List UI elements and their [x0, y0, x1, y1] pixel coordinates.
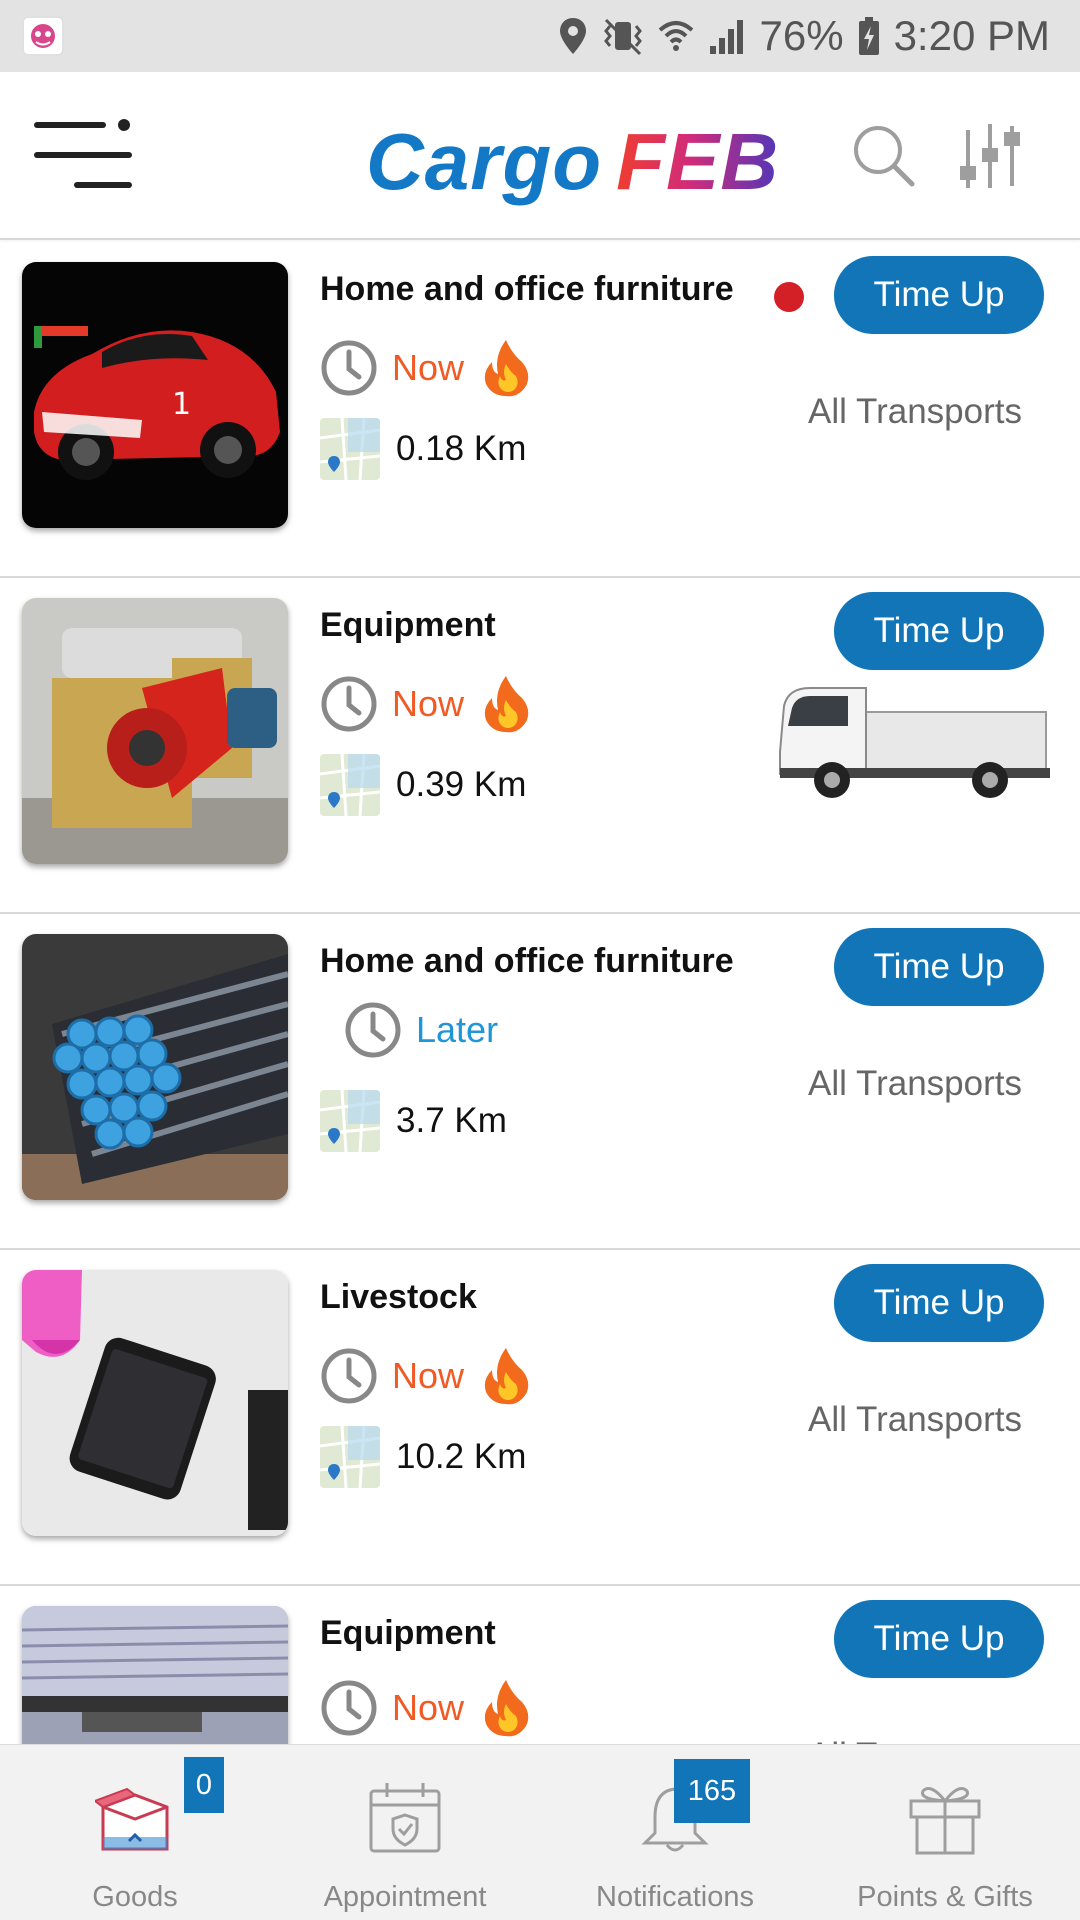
app-logo: Cargo FEB	[366, 116, 779, 206]
time-up-button[interactable]: Time Up	[834, 928, 1044, 1006]
list-item[interactable]: Home and office furniture Later 3.7 Km T…	[0, 914, 1080, 1250]
nav-label: Points & Gifts	[857, 1881, 1033, 1913]
nav-points-gifts[interactable]: Points & Gifts	[810, 1745, 1080, 1920]
notifications-badge: 165	[674, 1759, 750, 1823]
pickup-time: Now	[320, 338, 532, 398]
wifi-icon	[658, 21, 693, 51]
cargo-thumbnail: 1	[22, 262, 288, 528]
map-icon	[320, 1090, 380, 1152]
clock-icon	[321, 1348, 377, 1404]
time-label: Now	[392, 1687, 465, 1728]
distance: 0.18 Km	[320, 418, 526, 480]
clock-time: 3:20 PM	[893, 12, 1050, 59]
distance-value: 3.7 Km	[396, 1101, 507, 1140]
transport-type: All Transports	[808, 1400, 1022, 1439]
bottom-navigation: 0 Goods Appointment 165 Notifications Po…	[0, 1744, 1080, 1920]
cargo-thumbnail	[22, 1606, 288, 1744]
cargo-thumbnail	[22, 1270, 288, 1536]
cargo-thumbnail	[22, 598, 288, 864]
time-label: Now	[392, 683, 465, 724]
list-item[interactable]: Equipment Now 0.39 Km Time Up	[0, 578, 1080, 914]
distance-value: 0.39 Km	[396, 765, 527, 804]
search-icon	[854, 126, 915, 187]
menu-button[interactable]	[34, 118, 138, 196]
transport-type: All Transports	[790, 1736, 1040, 1744]
time-label: Now	[392, 1355, 465, 1396]
signal-icon	[709, 20, 743, 54]
time-label: Later	[416, 1009, 499, 1050]
fire-icon	[484, 340, 529, 397]
filter-button[interactable]	[958, 122, 1022, 190]
menu-icon	[34, 119, 132, 188]
time-up-button[interactable]: Time Up	[834, 1264, 1044, 1342]
fire-icon	[484, 1680, 529, 1737]
distance: 10.2 Km	[320, 1426, 526, 1488]
logo-feb: FEB	[616, 117, 780, 206]
nav-goods[interactable]: 0 Goods	[0, 1745, 270, 1920]
nav-notifications[interactable]: 165 Notifications	[540, 1745, 810, 1920]
map-icon	[320, 418, 380, 480]
clock-icon	[345, 1002, 401, 1058]
cargo-title: Home and office furniture	[320, 270, 734, 308]
fire-icon	[484, 676, 529, 733]
fire-icon	[484, 1348, 529, 1405]
location-icon	[559, 18, 586, 54]
clock-icon	[321, 1680, 377, 1736]
cargo-list: 1 Home and office furniture Now 0.18 Km …	[0, 242, 1080, 1744]
logo-cargo: Cargo	[366, 117, 603, 206]
pickup-time: Now	[320, 1678, 532, 1738]
cargo-title: Equipment	[320, 606, 496, 644]
gift-icon	[909, 1787, 981, 1855]
transport-type: All Transports	[808, 1064, 1022, 1103]
distance-value: 0.18 Km	[396, 429, 527, 468]
list-item[interactable]: Livestock Now 10.2 Km Time Up All Transp…	[0, 1250, 1080, 1586]
app-notification-icon	[22, 16, 64, 56]
time-up-button[interactable]: Time Up	[834, 1600, 1044, 1678]
cargo-title: Equipment	[320, 1614, 496, 1652]
calendar-icon	[369, 1783, 441, 1853]
nav-appointment[interactable]: Appointment	[270, 1745, 540, 1920]
clock-icon	[321, 676, 377, 732]
cargo-title: Home and office furniture	[320, 942, 734, 980]
cargo-thumbnail	[22, 934, 288, 1200]
box-icon	[95, 1787, 169, 1851]
battery-icon	[858, 17, 879, 55]
search-button[interactable]	[852, 124, 916, 188]
pickup-time: Now	[320, 1346, 532, 1406]
distance: 3.7 Km	[320, 1090, 507, 1152]
list-item[interactable]: 1 Home and office furniture Now 0.18 Km …	[0, 242, 1080, 578]
truck-icon	[779, 687, 1050, 798]
clock-icon	[321, 340, 377, 396]
cargo-title: Livestock	[320, 1278, 477, 1316]
pickup-time: Now	[320, 674, 532, 734]
map-icon	[320, 754, 380, 816]
time-up-button[interactable]: Time Up	[834, 256, 1044, 334]
nav-label: Appointment	[323, 1881, 487, 1913]
list-item[interactable]: Equipment Now Time Up All Transports	[0, 1586, 1080, 1744]
new-indicator-dot	[774, 282, 804, 312]
time-up-button[interactable]: Time Up	[834, 592, 1044, 670]
pickup-time: Later	[344, 1000, 498, 1060]
goods-badge: 0	[184, 1757, 224, 1813]
map-icon	[320, 1426, 380, 1488]
vibrate-icon	[603, 18, 642, 56]
nav-label: Notifications	[596, 1881, 754, 1913]
battery-percent: 76%	[759, 12, 844, 59]
nav-label: Goods	[92, 1881, 178, 1913]
svg-text:1: 1	[172, 387, 191, 422]
distance-value: 10.2 Km	[396, 1437, 527, 1476]
filter-icon	[960, 124, 1020, 188]
transport-type: All Transports	[808, 392, 1022, 431]
status-bar: 76% 3:20 PM	[0, 0, 1080, 72]
time-label: Now	[392, 347, 465, 388]
distance: 0.39 Km	[320, 754, 526, 816]
app-header: Cargo FEB	[0, 72, 1080, 240]
